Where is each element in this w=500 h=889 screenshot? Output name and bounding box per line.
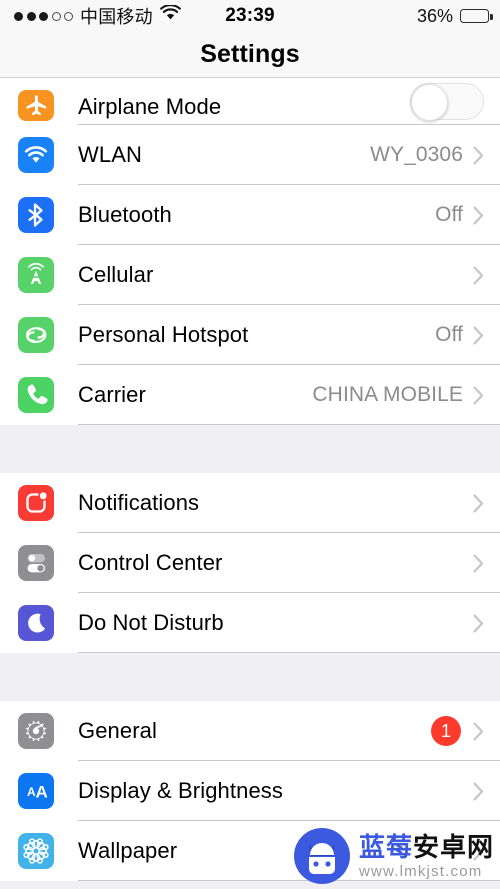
hotspot-link-icon [18,317,54,353]
settings-row-control-center[interactable]: Control Center [0,533,500,593]
airplane-icon [18,90,54,121]
settings-row-label: Do Not Disturb [78,610,224,635]
settings-row-label: Airplane Mode [78,94,222,119]
settings-row-accessory [473,493,484,513]
phone-icon [18,377,54,413]
page-title: Settings [200,40,300,68]
cell-tower-icon [18,257,54,293]
settings-row-wallpaper[interactable]: Wallpaper [0,821,500,881]
settings-row-label: General [78,718,157,743]
settings-row-label: Display & Brightness [78,778,283,803]
settings-row-label: Carrier [78,382,146,407]
settings-row-label: Cellular [78,262,154,287]
settings-row-general[interactable]: General 1 [0,701,500,761]
settings-screen: 中国移动 23:39 36% Settings Airplane Mode WLA… [0,0,500,889]
settings-row-label: Bluetooth [78,202,172,227]
settings-row-bluetooth[interactable]: Bluetooth Off [0,185,500,245]
settings-row-label: Wallpaper [78,838,178,863]
control-center-icon [18,545,54,581]
chevron-right-icon [473,145,484,165]
airplane-mode-toggle[interactable] [410,83,484,121]
settings-row-wlan[interactable]: WLAN WY_0306 [0,125,500,185]
gear-icon [18,713,54,749]
chevron-right-icon [473,205,484,225]
settings-row-cellular[interactable]: Cellular [0,245,500,305]
section-gap [0,425,500,473]
status-bar: 中国移动 23:39 36% [0,0,500,32]
settings-group-alerts: Notifications Control Center Do Not Distur… [0,473,500,653]
settings-row-accessory [410,83,484,121]
battery-icon [460,9,493,23]
notification-badge: 1 [431,716,461,746]
settings-row-accessory: 1 [431,716,484,746]
wallpaper-flower-icon [18,833,54,869]
settings-row-accessory: Off [435,203,484,227]
svg-text:A: A [36,783,48,802]
settings-row-accessory [473,265,484,285]
settings-row-detail: CHINA MOBILE [312,383,463,406]
settings-row-accessory [473,613,484,633]
settings-row-accessory [473,781,484,801]
settings-row-detail: Off [435,203,463,226]
bluetooth-icon [18,197,54,233]
chevron-right-icon [473,385,484,405]
chevron-right-icon [473,553,484,573]
moon-icon [18,605,54,641]
chevron-right-icon [473,613,484,633]
chevron-right-icon [473,721,484,741]
settings-row-detail: WY_0306 [370,143,463,166]
toggle-knob [411,84,448,121]
settings-row-label: WLAN [78,142,142,167]
section-gap [0,653,500,701]
settings-row-accessory [473,553,484,573]
status-bar-right: 36% [416,5,493,27]
settings-row-accessory [473,841,484,861]
settings-group-system: General 1 A A Display & Brightness Wallpaper [0,701,500,881]
chevron-right-icon [473,841,484,861]
wifi-icon [18,137,54,173]
settings-row-label: Notifications [78,490,200,515]
navigation-bar: Settings [0,32,500,78]
settings-list[interactable]: Airplane Mode WLAN WY_0306 Bluetooth Off Cell… [0,79,500,889]
display-aa-icon: AA [18,773,54,809]
settings-row-accessory: Off [435,323,484,347]
settings-row-accessory: CHINA MOBILE [312,383,484,407]
chevron-right-icon [473,781,484,801]
settings-row-carrier[interactable]: Carrier CHINA MOBILE [0,365,500,425]
settings-row-label: Personal Hotspot [78,322,249,347]
chevron-right-icon [473,325,484,345]
settings-row-do-not-disturb[interactable]: Do Not Disturb [0,593,500,653]
settings-row-detail: Off [435,323,463,346]
settings-group-connectivity: Airplane Mode WLAN WY_0306 Bluetooth Off Cell… [0,79,500,425]
settings-row-label: Control Center [78,550,223,575]
settings-row-accessory: WY_0306 [370,143,484,167]
battery-percentage: 36% [416,5,453,26]
settings-row-display-brightness[interactable]: A A Display & Brightness [0,761,500,821]
settings-row-airplane-mode[interactable]: Airplane Mode [0,79,500,125]
settings-row-personal-hotspot[interactable]: Personal Hotspot Off [0,305,500,365]
notifications-icon [18,485,54,521]
settings-row-notifications[interactable]: Notifications [0,473,500,533]
chevron-right-icon [473,265,484,285]
chevron-right-icon [473,493,484,513]
